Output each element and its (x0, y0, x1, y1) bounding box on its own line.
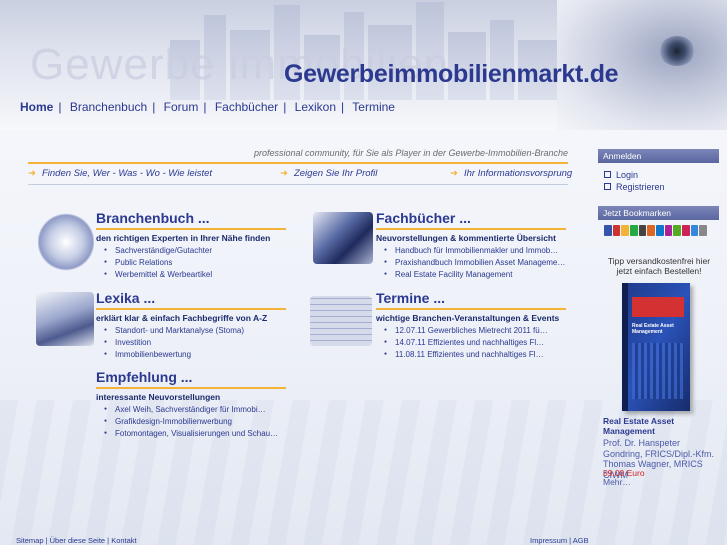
nav-fachbuecher[interactable]: Fachbücher (215, 100, 278, 114)
list-item[interactable]: Werbemittel & Werbeartikel (104, 269, 212, 281)
tagline: professional community, für Sie als Play… (254, 148, 568, 158)
lexika-subtitle: erklärt klar & einfach Fachbegriffe von … (96, 313, 268, 323)
list-item[interactable]: Immobilienbewertung (104, 349, 244, 361)
bookmark-service-icon[interactable] (699, 225, 708, 236)
top-navigation: Home | Branchenbuch | Forum | Fachbücher | L… (20, 100, 395, 114)
divider (28, 184, 568, 185)
arrow-icon: ➜ (450, 168, 458, 179)
lexika-title[interactable]: Lexika ... (96, 290, 155, 306)
termine-list: 12.07.11 Gewerbliches Mietrecht 2011 fü…… (384, 325, 548, 361)
list-item[interactable]: Axel Weih, Sachverständiger für Immobi… (104, 404, 278, 416)
register-icon (604, 183, 611, 190)
fachbuecher-list: Handbuch für Immobilienmakler und Immob…… (384, 245, 565, 281)
divider (96, 228, 286, 230)
termine-subtitle: wichtige Branchen-Veranstaltungen & Even… (376, 313, 560, 323)
divider (96, 387, 286, 389)
site-title[interactable]: Gewerbeimmobilienmarkt.de (284, 60, 619, 89)
bookmark-service-icon[interactable] (664, 225, 673, 236)
book-cover-image[interactable]: Real Estate Asset Management (622, 283, 690, 411)
divider (28, 162, 568, 164)
header-banner: Gewerbe immobilien Gewerbeimmobilienmark… (0, 0, 727, 130)
bookmark-service-icon[interactable] (682, 225, 690, 236)
branchenbuch-list: Sachverständige/Gutachter Public Relatio… (104, 245, 212, 281)
divider (376, 308, 566, 310)
branchenbuch-title[interactable]: Branchenbuch ... (96, 210, 210, 226)
quicklink-vorsprung[interactable]: ➜ Ihr Informationsvorsprung (450, 168, 572, 179)
nav-branchenbuch[interactable]: Branchenbuch (70, 100, 147, 114)
bookmark-service-icon[interactable] (638, 225, 647, 236)
book-more-link[interactable]: Mehr… (603, 477, 631, 487)
list-item[interactable]: Praxishandbuch Immobilien Asset Manageme… (384, 257, 565, 269)
anmelden-header: Anmelden (598, 149, 719, 163)
bookmark-icons (604, 225, 708, 238)
footer-links-left[interactable]: Sitemap | Über diese Seite | Kontakt (16, 536, 137, 545)
nav-termine[interactable]: Termine (352, 100, 395, 114)
fachbuecher-subtitle: Neuvorstellungen & kommentierte Übersich… (376, 233, 556, 243)
lexika-list: Standort- und Marktanalyse (Stoma) Inves… (104, 325, 244, 361)
bookmark-service-icon[interactable] (656, 225, 664, 236)
calendar-image (310, 296, 372, 346)
list-item[interactable]: Grafikdesign-Immobilienwerbung (104, 416, 278, 428)
bookmark-service-icon[interactable] (647, 225, 656, 236)
bookmark-service-icon[interactable] (630, 225, 638, 236)
list-item[interactable]: Handbuch für Immobilienmakler und Immob… (384, 245, 565, 257)
list-item[interactable]: Fotomontagen, Visualisierungen und Schau… (104, 428, 278, 440)
footer-links-right[interactable]: Impressum | AGB (530, 536, 589, 545)
nav-lexikon[interactable]: Lexikon (295, 100, 336, 114)
divider (96, 308, 286, 310)
bookmark-service-icon[interactable] (604, 225, 612, 236)
register-link[interactable]: Registrieren (604, 182, 665, 192)
book-cover-title: Real Estate Asset Management (632, 323, 674, 335)
empfehlung-title[interactable]: Empfehlung ... (96, 369, 192, 385)
list-item[interactable]: Public Relations (104, 257, 212, 269)
empfehlung-list: Axel Weih, Sachverständiger für Immobi… … (104, 404, 278, 440)
nav-home[interactable]: Home (20, 100, 53, 114)
bookmark-service-icon[interactable] (690, 225, 699, 236)
building-image (313, 212, 373, 264)
bookmark-service-icon[interactable] (673, 225, 682, 236)
login-link[interactable]: Login (604, 170, 638, 180)
arrow-icon: ➜ (28, 168, 36, 179)
branchenbuch-subtitle: den richtigen Experten in Ihrer Nähe fin… (96, 233, 271, 243)
book-title-link[interactable]: Real Estate Asset Management (603, 416, 721, 436)
network-globe-image (38, 212, 94, 272)
fachbuecher-title[interactable]: Fachbücher ... (376, 210, 471, 226)
list-item[interactable]: Sachverständige/Gutachter (104, 245, 212, 257)
bookmark-service-icon[interactable] (612, 225, 621, 236)
book-pages-image (36, 292, 94, 346)
empfehlung-subtitle: interessante Neuvorstellungen (96, 392, 221, 402)
list-item[interactable]: Standort- und Marktanalyse (Stoma) (104, 325, 244, 337)
list-item[interactable]: Real Estate Facility Management (384, 269, 565, 281)
list-item[interactable]: 12.07.11 Gewerbliches Mietrecht 2011 fü… (384, 325, 548, 337)
quicklinks: ➜ Finden Sie, Wer - Was - Wo - Wie leiste… (28, 168, 573, 182)
quicklink-finden[interactable]: ➜ Finden Sie, Wer - Was - Wo - Wie leiste… (28, 168, 212, 179)
promo-text: Tipp versandkostenfrei hier jetzt einfac… (607, 256, 711, 276)
list-item[interactable]: 14.07.11 Effizientes und nachhaltiges Fl… (384, 337, 548, 349)
termine-title[interactable]: Termine ... (376, 290, 445, 306)
quicklink-profil[interactable]: ➜ Zeigen Sie Ihr Profil (280, 168, 377, 179)
list-item[interactable]: 11.08.11 Effizientes und nachhaltiges Fl… (384, 349, 548, 361)
arrow-icon: ➜ (280, 168, 288, 179)
login-icon (604, 171, 611, 178)
nav-forum[interactable]: Forum (164, 100, 199, 114)
bookmark-service-icon[interactable] (621, 225, 630, 236)
bookmark-header: Jetzt Bookmarken (598, 206, 719, 220)
list-item[interactable]: Investition (104, 337, 244, 349)
divider (376, 228, 566, 230)
